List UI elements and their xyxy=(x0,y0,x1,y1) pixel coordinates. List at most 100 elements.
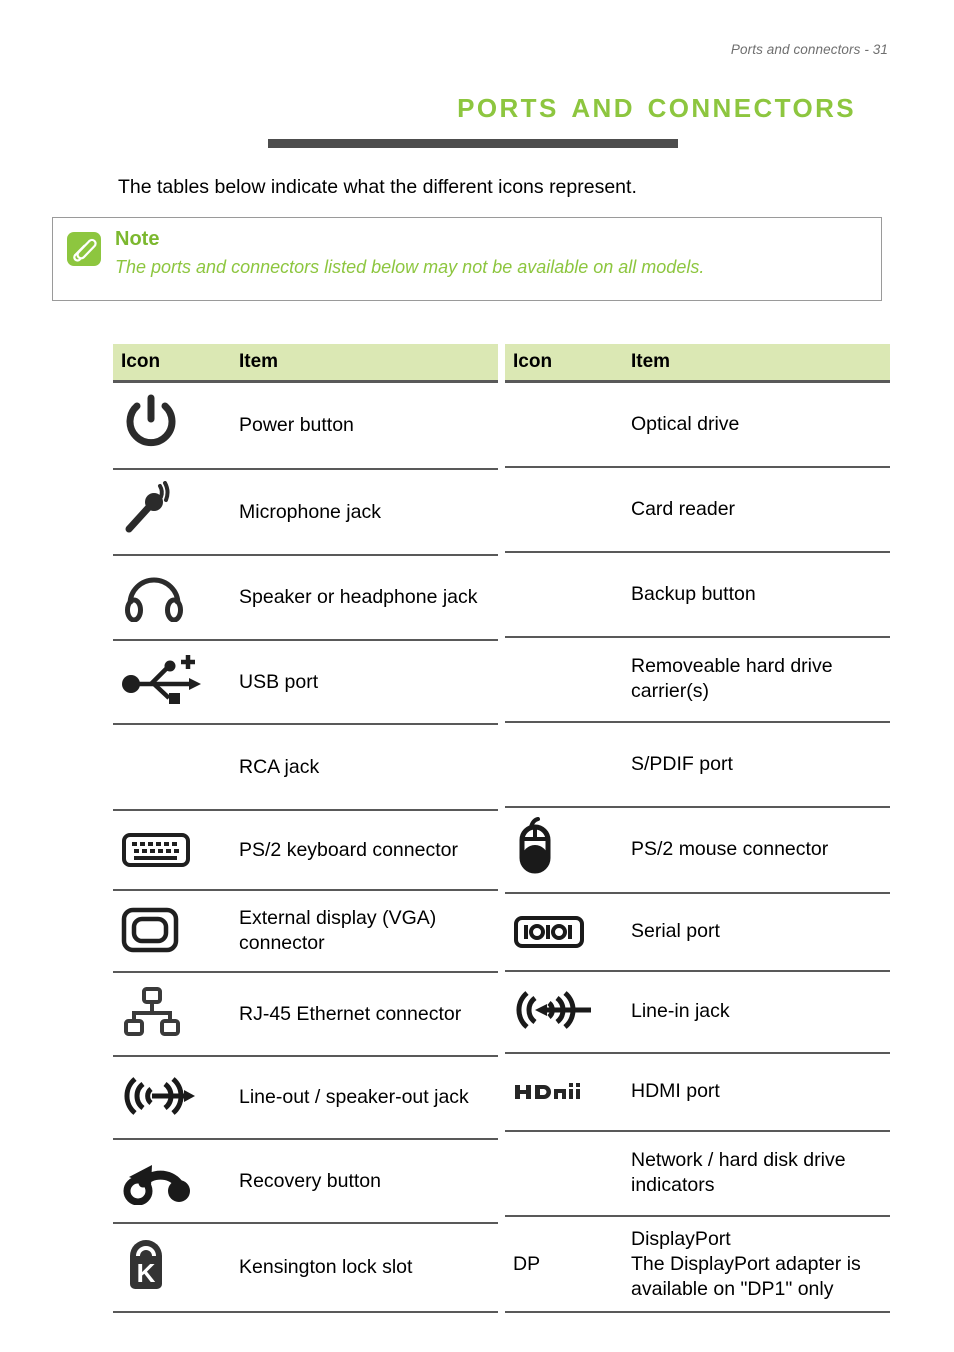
ps2-keyboard-icon xyxy=(121,822,213,878)
note-callout: Note The ports and connectors listed bel… xyxy=(52,217,882,301)
table-row: Speaker or headphone jack xyxy=(113,555,498,642)
icon-cell xyxy=(113,381,225,471)
item-label: Microphone jack xyxy=(225,469,498,557)
intro-paragraph: The tables below indicate what the diffe… xyxy=(118,176,637,198)
kensington-lock-icon: K xyxy=(121,1235,213,1291)
icon-cell xyxy=(505,381,617,468)
icon-cell: DP xyxy=(505,1215,617,1314)
table-row: RJ-45 Ethernet connector xyxy=(113,972,498,1058)
column-header-icon: Icon xyxy=(113,344,225,383)
table-row: PS/2 keyboard connector xyxy=(113,810,498,892)
item-label: External display (VGA) connector xyxy=(225,890,498,974)
icon-cell xyxy=(505,806,617,894)
item-label: RJ-45 Ethernet connector xyxy=(225,972,498,1058)
item-label: Line-in jack xyxy=(617,970,890,1054)
item-label: S/PDIF port xyxy=(617,721,890,808)
icon-cell xyxy=(113,1056,225,1141)
table-header-row: Icon Item xyxy=(113,344,498,383)
table-row: DP DisplayPort The DisplayPort adapter is… xyxy=(505,1215,890,1314)
vga-display-icon xyxy=(121,902,213,958)
table-row: Card reader xyxy=(505,466,890,553)
icon-cell xyxy=(505,970,617,1054)
column-header-item: Item xyxy=(617,344,890,383)
column-header-icon: Icon xyxy=(505,344,617,383)
table-row: PS/2 mouse connector xyxy=(505,806,890,894)
table-row: Optical drive xyxy=(505,381,890,468)
ps2-mouse-icon xyxy=(513,816,605,874)
line-in-jack-icon xyxy=(513,982,605,1038)
icon-cell xyxy=(113,724,225,812)
icon-cell xyxy=(113,555,225,642)
hdmi-port-icon xyxy=(513,1064,605,1120)
item-label: Removeable hard drive carrier(s) xyxy=(617,636,890,723)
rj45-ethernet-icon xyxy=(121,984,213,1040)
icon-cell xyxy=(505,1052,617,1132)
ports-table-left: Icon Item Power button Microphone jack S… xyxy=(113,344,498,1314)
item-label: Serial port xyxy=(617,892,890,972)
icon-placeholder-empty xyxy=(513,648,605,704)
table-row: Network / hard disk drive indicators xyxy=(505,1130,890,1217)
item-label: Speaker or headphone jack xyxy=(225,555,498,642)
table-row: Serial port xyxy=(505,892,890,972)
table-row: Backup button xyxy=(505,551,890,638)
running-page-header: Ports and connectors - 31 xyxy=(730,42,888,57)
column-header-item: Item xyxy=(225,344,498,383)
icon-placeholder-empty xyxy=(513,478,605,534)
ports-table-right: Icon Item Optical drive Card reader Backup… xyxy=(505,344,890,1314)
item-label: Network / hard disk drive indicators xyxy=(617,1130,890,1217)
line-out-jack-icon xyxy=(121,1068,213,1124)
icon-cell xyxy=(505,551,617,638)
icon-cell: K xyxy=(113,1223,225,1314)
table-row: S/PDIF port xyxy=(505,721,890,808)
page-title: Ports and connectors xyxy=(457,84,856,125)
icon-placeholder-empty xyxy=(121,736,213,792)
item-label: PS/2 mouse connector xyxy=(617,806,890,894)
icon-cell xyxy=(113,469,225,557)
table-row: External display (VGA) connector xyxy=(113,890,498,974)
icon-placeholder-empty xyxy=(513,733,605,789)
icon-cell xyxy=(113,972,225,1058)
item-label: Optical drive xyxy=(617,381,890,468)
microphone-jack-icon xyxy=(121,480,213,537)
item-label: HDMI port xyxy=(617,1052,890,1132)
dp-text-label: DP xyxy=(513,1236,605,1292)
paperclip-icon xyxy=(67,232,101,266)
table-row: Line-in jack xyxy=(505,970,890,1054)
item-label: PS/2 keyboard connector xyxy=(225,810,498,892)
chapter-title-block: Ports and connectors xyxy=(118,86,888,148)
ports-tables-container: Icon Item Power button Microphone jack S… xyxy=(113,344,890,1314)
headphone-jack-icon xyxy=(121,567,213,623)
item-label: Kensington lock slot xyxy=(225,1223,498,1314)
icon-cell xyxy=(113,890,225,974)
serial-port-icon xyxy=(513,904,605,960)
item-label: USB port xyxy=(225,640,498,726)
table-row: K Kensington lock slot xyxy=(113,1223,498,1314)
icon-cell xyxy=(505,466,617,553)
icon-cell xyxy=(505,1130,617,1217)
icon-cell xyxy=(505,636,617,723)
item-label: Power button xyxy=(225,381,498,471)
table-row: RCA jack xyxy=(113,724,498,812)
table-row: Recovery button xyxy=(113,1139,498,1225)
icon-placeholder-empty xyxy=(513,1142,605,1198)
icon-cell xyxy=(505,721,617,808)
table-row: Microphone jack xyxy=(113,469,498,557)
icon-placeholder-empty xyxy=(513,393,605,449)
note-title: Note xyxy=(115,228,160,250)
table-row: USB port xyxy=(113,640,498,726)
icon-cell xyxy=(113,810,225,892)
title-underline-rule xyxy=(268,139,678,148)
table-row: Removeable hard drive carrier(s) xyxy=(505,636,890,723)
icon-cell xyxy=(113,640,225,726)
recovery-button-icon xyxy=(121,1151,213,1207)
table-row: Power button xyxy=(113,381,498,471)
item-label: Card reader xyxy=(617,466,890,553)
item-label: Recovery button xyxy=(225,1139,498,1225)
note-body-text: The ports and connectors listed below ma… xyxy=(115,257,705,277)
table-row: Line-out / speaker-out jack xyxy=(113,1056,498,1141)
item-label: Line-out / speaker-out jack xyxy=(225,1056,498,1141)
power-button-icon xyxy=(121,394,213,450)
item-label: RCA jack xyxy=(225,724,498,812)
svg-text:K: K xyxy=(137,1258,156,1288)
icon-cell xyxy=(113,1139,225,1225)
